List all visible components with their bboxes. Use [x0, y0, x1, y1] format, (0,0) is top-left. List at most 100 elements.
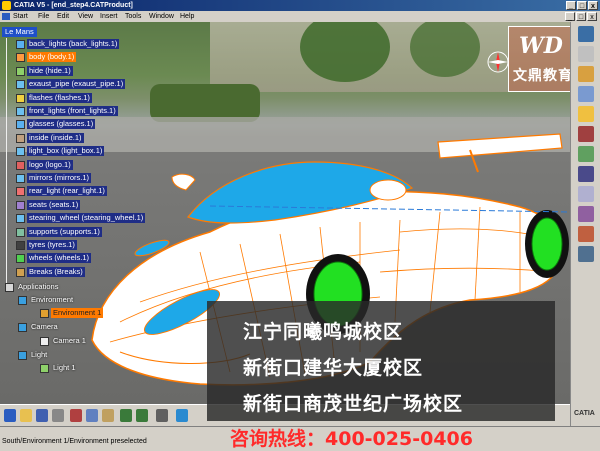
- doc-maximize-button[interactable]: □: [576, 12, 586, 21]
- tree-node-label: inside (inside.1): [27, 132, 84, 143]
- part-icon: [16, 40, 25, 49]
- part-icon: [16, 133, 25, 143]
- tree-node-label: Camera: [31, 322, 58, 331]
- new-icon[interactable]: [4, 409, 16, 422]
- part-icon: [16, 53, 25, 63]
- cut-icon[interactable]: [70, 409, 82, 422]
- maximize-button[interactable]: □: [577, 1, 587, 10]
- environment-icon: [18, 296, 27, 305]
- tree-node-label: glasses (glasses.1): [27, 119, 96, 130]
- part-icon: [16, 174, 25, 183]
- fly-mode-icon[interactable]: [176, 409, 188, 422]
- part-icon: [16, 80, 25, 90]
- save-icon[interactable]: [36, 409, 48, 422]
- whats-this-icon[interactable]: [156, 409, 168, 422]
- tool-animation-icon[interactable]: [578, 206, 594, 222]
- menu-insert[interactable]: Insert: [100, 11, 118, 22]
- menu-edit[interactable]: Edit: [57, 11, 69, 22]
- menu-file[interactable]: File: [38, 11, 49, 22]
- tree-node-label: exaust_pipe (exaust_pipe.1): [27, 79, 126, 90]
- tree-node-label: mirrors (mirrors.1): [27, 173, 91, 183]
- tree-node-label: supports (supports.1): [27, 226, 102, 237]
- catia-logo: CATIA: [574, 410, 595, 417]
- tool-material-icon[interactable]: [578, 126, 594, 142]
- part-icon: [16, 120, 25, 130]
- paste-icon[interactable]: [102, 409, 114, 422]
- tool-scene-icon[interactable]: [578, 46, 594, 62]
- tool-texture-icon[interactable]: [578, 146, 594, 162]
- redo-icon[interactable]: [136, 409, 148, 422]
- tool-camera-icon[interactable]: [578, 86, 594, 102]
- status-text: South/Environment 1/Environment preselec…: [2, 438, 147, 445]
- close-button[interactable]: x: [588, 1, 598, 10]
- tool-catalog-icon[interactable]: [578, 246, 594, 262]
- part-icon: [16, 93, 25, 103]
- tree-node-label: Light 1: [53, 363, 76, 372]
- tree-root[interactable]: Le Mans: [2, 27, 37, 37]
- ad-line-2: 新街口建华大厦校区: [243, 357, 424, 379]
- tool-render-icon[interactable]: [578, 166, 594, 182]
- tree-node-label: Light: [31, 350, 48, 359]
- open-icon[interactable]: [20, 409, 32, 422]
- title-bar: CATIA V5 - [end_step4.CATProduct] _ □ x: [0, 0, 600, 11]
- part-icon: [16, 241, 25, 250]
- light-icon: [40, 364, 49, 373]
- tool-select-icon[interactable]: [578, 26, 594, 42]
- ad-line-3: 新街口商茂世纪广场校区: [243, 393, 464, 415]
- wd-logo-mark: WD: [519, 33, 563, 59]
- tree-node-label: body (body.1): [27, 52, 77, 63]
- print-icon[interactable]: [52, 409, 64, 422]
- part-icon: [16, 66, 25, 76]
- tree-node-label: tyres (tyres.1): [27, 240, 77, 250]
- tree-node-label: Breaks (Breaks): [27, 266, 85, 277]
- tool-shot-icon[interactable]: [578, 186, 594, 202]
- tool-environment-icon[interactable]: [578, 66, 594, 82]
- undo-icon[interactable]: [120, 409, 132, 422]
- tree-node-label: Applications: [18, 282, 59, 291]
- part-icon: [16, 254, 25, 264]
- wd-logo-name: 文鼎教育: [513, 68, 573, 84]
- ad-line-1: 江宁同曦鸣城校区: [243, 321, 404, 343]
- camera-icon: [40, 337, 49, 346]
- light-group-icon: [18, 351, 27, 360]
- menu-help[interactable]: Help: [180, 11, 194, 22]
- tree-node-label: light_box (light_box.1): [27, 146, 105, 157]
- menu-view[interactable]: View: [78, 11, 93, 22]
- menu-start[interactable]: Start: [13, 11, 28, 22]
- menu-bar: Start File Edit View Insert Tools Window…: [0, 11, 600, 22]
- menu-window[interactable]: Window: [149, 11, 174, 22]
- part-icon: [16, 227, 25, 237]
- tree-node-label: wheels (wheels.1): [27, 253, 92, 264]
- tree-root-label: Le Mans: [2, 27, 37, 37]
- part-icon: [16, 187, 25, 197]
- tree-node-label: back_lights (back_lights.1): [27, 39, 120, 49]
- tree-node-label: flashes (flashes.1): [27, 92, 92, 103]
- tree-node-label: rear_light (rear_light.1): [27, 186, 107, 197]
- part-icon: [16, 214, 25, 224]
- tree-node-label: hide (hide.1): [27, 65, 73, 76]
- doc-minimize-button[interactable]: _: [565, 12, 575, 21]
- compass-icon[interactable]: [486, 50, 510, 74]
- tool-turntable-icon[interactable]: [578, 226, 594, 242]
- tree-node-label: seats (seats.1): [27, 199, 81, 210]
- tree-node-label: Environment 1: [51, 308, 104, 318]
- doc-close-button[interactable]: x: [587, 12, 597, 21]
- right-toolbar: [570, 22, 600, 426]
- tree-node-label: Camera 1: [53, 336, 86, 345]
- tree-node-label: logo (logo.1): [27, 159, 73, 170]
- minimize-button[interactable]: _: [566, 1, 576, 10]
- part-icon: [16, 200, 25, 210]
- catia-app-icon[interactable]: [2, 1, 11, 10]
- applications-icon: [5, 283, 14, 292]
- copy-icon[interactable]: [86, 409, 98, 422]
- tree-node-label: stearing_wheel (stearing_wheel.1): [27, 213, 146, 224]
- tree-node-label: Environment: [31, 295, 74, 304]
- environment-item-icon: [40, 309, 49, 318]
- camera-group-icon: [18, 323, 27, 332]
- part-icon: [16, 147, 25, 157]
- advertisement-overlay: 江宁同曦鸣城校区 新街口建华大厦校区 新街口商茂世纪广场校区: [207, 301, 555, 421]
- part-icon: [16, 160, 25, 170]
- tool-light-icon[interactable]: [578, 106, 594, 122]
- tree-node-label: front_lights (front_lights.1): [27, 106, 118, 116]
- menu-tools[interactable]: Tools: [125, 11, 141, 22]
